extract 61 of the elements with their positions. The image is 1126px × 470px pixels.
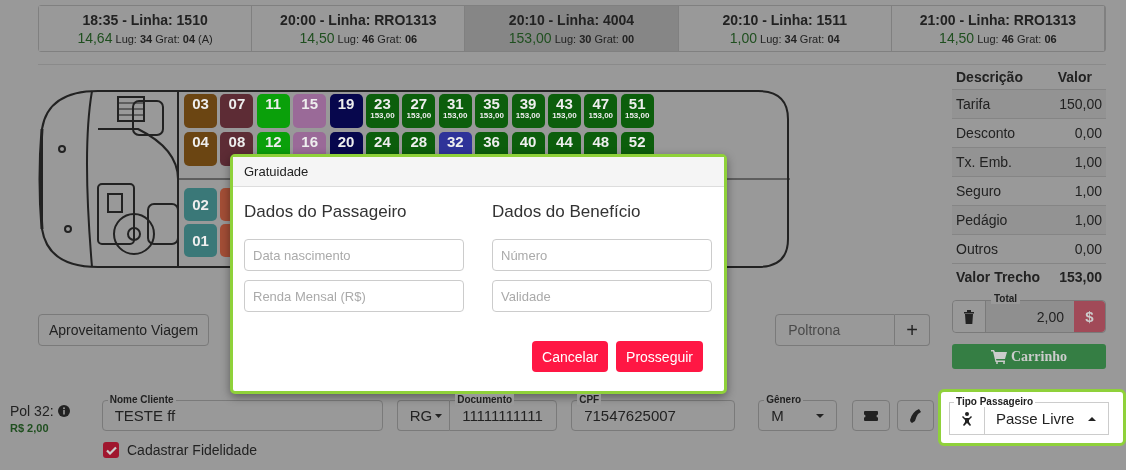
seat-button[interactable]: 03: [184, 94, 217, 128]
seat-button[interactable]: 23 153,00: [365, 94, 399, 128]
caret-icon: [435, 413, 443, 418]
table-header: Descrição: [952, 66, 1051, 90]
cancel-button[interactable]: Cancelar: [532, 341, 609, 372]
dialog-title: Gratuidade: [233, 157, 724, 187]
field-label: Gênero: [764, 394, 804, 405]
ticket-icon: [863, 410, 878, 421]
field-label: Tipo Passageiro: [954, 396, 1036, 407]
seat-button[interactable]: 19: [329, 94, 363, 128]
seat-label: Pol 32:: [10, 403, 54, 419]
add-button[interactable]: +: [895, 314, 931, 346]
section-heading: Dados do Passageiro: [244, 202, 408, 222]
seat-button[interactable]: 47 153,00: [584, 94, 618, 128]
seat-button[interactable]: 39 153,00: [511, 94, 545, 128]
table-cell: 1,00: [1050, 147, 1106, 177]
seat-button[interactable]: 31 153,00: [438, 94, 472, 128]
seat-button[interactable]: 04: [184, 132, 217, 166]
seat-button[interactable]: 27 153,00: [402, 94, 436, 128]
caret-icon: [1088, 416, 1096, 421]
field-label: Documento: [455, 394, 515, 405]
table-header: Valor: [1050, 66, 1106, 90]
trip-tab[interactable]: 20:10 - Linha: 4004 153,00 Lug: 30 Grat: 00: [465, 6, 679, 51]
ticket-button[interactable]: [852, 400, 890, 431]
input-field[interactable]: Renda Mensal (R$): [244, 280, 464, 312]
child-icon: [962, 411, 972, 426]
seat-button[interactable]: 35 153,00: [475, 94, 509, 128]
table-cell: 150,00: [1050, 89, 1106, 119]
field-label: Nome Cliente: [107, 394, 176, 405]
input-field[interactable]: Número: [492, 239, 712, 271]
table-cell: Tarifa: [952, 89, 1051, 119]
input-field[interactable]: Validade: [492, 280, 712, 312]
table-cell: 0,00: [1050, 234, 1106, 264]
checkbox[interactable]: [103, 442, 119, 458]
table-cell: Valor Trecho: [952, 263, 1051, 291]
table-cell: Outros: [952, 234, 1051, 264]
checkbox-label: Cadastrar Fidelidade: [127, 442, 257, 458]
section-heading: Dados do Benefício: [492, 202, 642, 222]
seat-field[interactable]: Poltrona: [775, 314, 896, 346]
field-label: CPF: [577, 394, 602, 405]
table-cell: Tx. Emb.: [952, 147, 1051, 177]
caret-icon: [816, 413, 825, 418]
seat-button[interactable]: 15: [293, 94, 327, 128]
reuse-trip-button[interactable]: Aproveitamento Viagem: [38, 314, 210, 346]
seat-button[interactable]: 43 153,00: [547, 94, 581, 128]
seat-button[interactable]: 07: [220, 94, 254, 128]
phone-button[interactable]: [896, 400, 934, 431]
table-cell: 153,00: [1050, 263, 1106, 291]
cart-icon: [991, 349, 1007, 364]
seat-button[interactable]: 02: [184, 188, 217, 221]
document-type-dropdown[interactable]: RG: [396, 400, 450, 431]
seat-amount: R$ 2,00: [10, 422, 50, 434]
seat-button[interactable]: 01: [184, 224, 217, 257]
info-icon[interactable]: [57, 405, 70, 417]
proceed-button[interactable]: Prosseguir: [616, 341, 703, 372]
trip-tab[interactable]: 18:35 - Linha: 1510 14,64 Lug: 34 Grat: 04 (A): [39, 6, 253, 51]
table-cell: Pedágio: [952, 205, 1051, 235]
table-cell: 1,00: [1050, 205, 1106, 235]
input-field[interactable]: Data nascimento: [244, 239, 464, 271]
seat-button[interactable]: 51 153,00: [620, 94, 654, 128]
phone-icon: [909, 408, 922, 423]
